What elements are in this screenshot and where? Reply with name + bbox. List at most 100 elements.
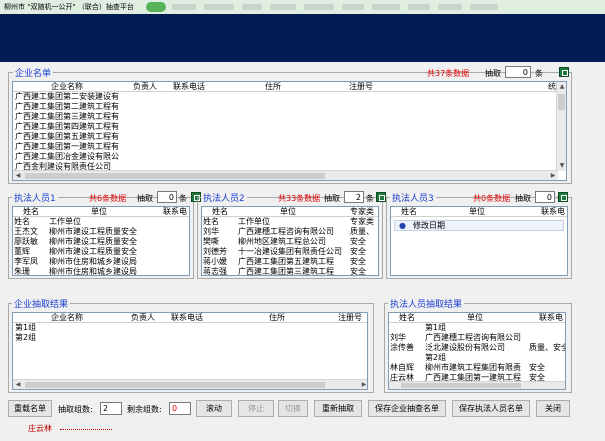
table-row[interactable]: 董辉 柳州市建设工程质量安全 [13, 247, 189, 257]
menu-placeholder [242, 4, 262, 10]
table-cell: 刘德芳 [203, 247, 227, 256]
table-row[interactable]: 姓名 工作单位 [13, 217, 189, 227]
redraw-button[interactable]: 重新抽取 [314, 400, 362, 417]
table-cell: 柳州市建设工程质量安全 [49, 227, 137, 236]
menu-placeholder [438, 4, 462, 10]
table-row[interactable]: 刘华 广西建穗工程咨询有限公司 质量、 [202, 227, 378, 237]
scroll-right-icon[interactable]: ▶ [548, 171, 558, 180]
table-cell: 柳州地区建筑工程总公司 [238, 237, 326, 246]
table-row[interactable]: 广西建工集团第五建筑工程有 [13, 132, 566, 142]
table-row[interactable]: 广西建工集团第二安装建设有 [13, 92, 566, 102]
table-row[interactable]: 廖跃敏 柳州市建设工程质量安全 [13, 237, 189, 247]
horizontal-scrollbar[interactable] [389, 381, 565, 389]
table-header: 姓名 单位 联系电 [391, 207, 567, 217]
reload-list-button[interactable]: 重载名单 [8, 400, 52, 417]
company-table[interactable]: 企业名称 负责人 联系电话 住所 注册号 统 广西建工集团第二安装建设有 广西建… [12, 81, 567, 181]
table-row[interactable]: 第2组 [389, 353, 565, 363]
table-row[interactable]: 李军凤 柳州市住房和城乡建设局 [13, 257, 189, 267]
table-row[interactable]: 刘华 广西建穗工程咨询有限公司 [389, 333, 565, 343]
officers1-table[interactable]: 姓名 单位 联系电 姓名 工作单位 王杰文 柳州市建设工程质量安全 廖跃敏 柳州市建设… [12, 206, 190, 276]
table-row[interactable]: 第1组 [389, 323, 565, 333]
table-cell: 廖跃敏 [14, 237, 38, 246]
officers1-draw-input[interactable]: 0 [157, 191, 177, 203]
table-cell: 刘华 [390, 333, 406, 342]
table-row[interactable]: 王杰文 柳州市建设工程质量安全 [13, 227, 189, 237]
table-cell: 第1组 [425, 323, 447, 332]
horizontal-scrollbar[interactable]: ◀ ▶ [13, 170, 558, 180]
table-cell: 董辉 [14, 247, 30, 256]
vertical-scrollbar[interactable]: ▲ ▼ [556, 82, 566, 171]
table-cell: 工作单位 [49, 217, 81, 226]
scroll-right-icon[interactable]: ▶ [359, 380, 367, 389]
roll-button[interactable]: 滚动 [196, 400, 232, 417]
scroll-thumb[interactable] [25, 382, 325, 388]
table-cell: 樊嘶 [203, 237, 219, 246]
save-officer-list-button[interactable]: 保存执法人员名单 [452, 400, 530, 417]
context-menu-label: 修改日期 [413, 221, 445, 230]
scroll-up-icon[interactable]: ▲ [557, 82, 566, 92]
switch-button[interactable]: 切换 [278, 400, 308, 417]
officers3-draw-input[interactable]: 0 [535, 191, 555, 203]
save-company-list-button[interactable]: 保存企业抽查名单 [368, 400, 446, 417]
remaining-label: 剩余组数: [127, 405, 162, 414]
menu-placeholder [342, 4, 364, 10]
table-cell: 刘华 [203, 227, 219, 236]
column-header: 注册号 [349, 82, 373, 91]
company-draw-input[interactable]: 0 [505, 66, 531, 78]
officers2-table[interactable]: 姓名 单位 专家类 姓名 工作单位 专家类 刘华 广西建穗工程咨询有限公司 质量、 樊嘶… [201, 206, 379, 276]
officers2-draw-input[interactable]: 2 [344, 191, 364, 203]
menu-placeholder [408, 4, 430, 10]
scroll-thumb[interactable] [401, 383, 521, 388]
table-row[interactable]: 林自辉 柳州市建筑工程集团有限责 安全 [389, 363, 565, 373]
table-row[interactable]: 广西建工集团第一建筑工程有 [13, 142, 566, 152]
scroll-thumb[interactable] [25, 173, 325, 179]
close-button[interactable]: 关闭 [536, 400, 570, 417]
remaining-input[interactable]: 0 [169, 402, 191, 415]
company-results-table[interactable]: 企业名称 负责人 联系电话 住所 注册号 第1组 第2组 ◀ ▶ [12, 312, 368, 390]
table-row[interactable]: 樊嘶 柳州地区建筑工程总公司 安全 [202, 237, 378, 247]
table-cell: 安全 [350, 247, 366, 256]
title-bar: 柳州市 "双随机一公开" （联合）抽查平台 [0, 0, 605, 14]
edit-date-icon: ● [399, 221, 406, 230]
export-excel-icon[interactable] [558, 192, 568, 202]
table-cell: 工作单位 [238, 217, 270, 226]
table-cell: 林自辉 [390, 363, 414, 372]
table-row[interactable]: 第1组 [13, 323, 367, 333]
context-menu-item[interactable]: ● 修改日期 [394, 220, 564, 231]
table-cell: 姓名 [14, 217, 30, 226]
officers2-draw-label: 抽取 [324, 194, 340, 203]
officer-results-table[interactable]: 姓名 单位 联系电 第1组 刘华 广西建穗工程咨询有限公司 涂传善 泛北建设股份有限… [388, 312, 566, 390]
table-row[interactable]: 广西建工集团冶金建设有限公 [13, 152, 566, 162]
table-cell: 广西建工集团第二安装建设有 [15, 92, 119, 101]
export-excel-icon[interactable] [376, 192, 386, 202]
table-row[interactable]: 朱珊 柳州市住房和城乡建设局 [13, 267, 189, 275]
groups-input[interactable]: 2 [100, 402, 122, 415]
table-cell: 广西建工集团第五建筑工程 [238, 257, 334, 266]
officers3-table[interactable]: 姓名 单位 联系电 ● 修改日期 [390, 206, 568, 276]
table-row[interactable]: 涂传善 泛北建设股份有限公司 质量、安全 [389, 343, 565, 353]
table-row[interactable]: 广西建工集团第二建筑工程有 [13, 102, 566, 112]
officers3-draw-label: 抽取 [515, 194, 531, 203]
table-cell: 泛北建设股份有限公司 [425, 343, 505, 352]
table-cell: 广西建工集团冶金建设有限公 [15, 152, 119, 161]
table-row[interactable]: 第2组 [13, 333, 367, 343]
table-cell: 广西建穗工程咨询有限公司 [425, 333, 521, 342]
scroll-left-icon[interactable]: ◀ [13, 380, 23, 389]
scroll-left-icon[interactable]: ◀ [13, 171, 23, 180]
export-excel-icon[interactable] [559, 67, 569, 77]
table-row[interactable]: 刘德芳 十一冶建设集团有限责任公司 安全 [202, 247, 378, 257]
scroll-down-icon[interactable]: ▼ [557, 161, 566, 171]
officers2-title: 执法人员2 [201, 191, 247, 204]
table-row[interactable]: 广西建工集团第三建筑工程有 [13, 112, 566, 122]
scroll-thumb[interactable] [558, 94, 565, 110]
table-row[interactable]: 蒋志强 广西建工集团第三建筑工程 安全 [202, 267, 378, 275]
stop-button[interactable]: 停止 [238, 400, 274, 417]
footer-user-name: 庄云林 [28, 424, 52, 433]
column-header: 住所 [269, 313, 285, 322]
table-row[interactable]: 广西建工集团第四建筑工程有 [13, 122, 566, 132]
horizontal-scrollbar[interactable]: ◀ ▶ [13, 379, 367, 389]
table-row[interactable]: 蒋小媛 广西建工集团第五建筑工程 安全 [202, 257, 378, 267]
column-header: 企业名称 [51, 82, 83, 91]
table-row[interactable]: 姓名 工作单位 专家类 [202, 217, 378, 227]
table-cell: 安全 [350, 237, 366, 246]
